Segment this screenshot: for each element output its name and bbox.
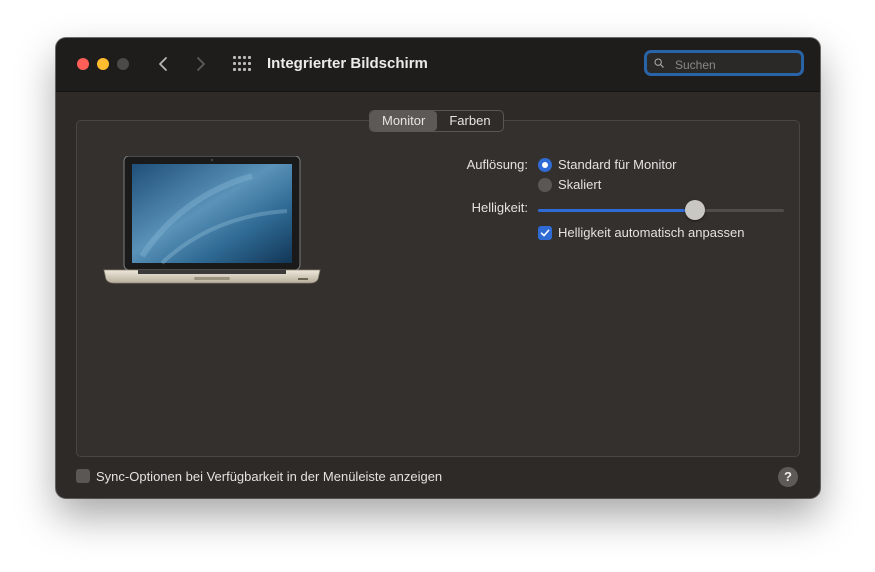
minimize-button[interactable] <box>97 58 109 70</box>
auto-brightness-checkbox[interactable] <box>538 226 552 240</box>
tab-farben[interactable]: Farben <box>437 111 502 131</box>
brightness-label: Helligkeit: <box>471 200 528 215</box>
titlebar: Integrierter Bildschirm <box>56 38 820 92</box>
chevron-left-icon <box>159 57 167 71</box>
search-icon <box>654 58 664 68</box>
search-field[interactable] <box>644 50 804 76</box>
search-input[interactable] <box>673 55 802 75</box>
question-icon: ? <box>784 469 792 484</box>
radio-scaled[interactable] <box>538 178 552 192</box>
sync-options-checkbox[interactable] <box>76 469 90 483</box>
tab-control: Monitor Farben <box>369 110 504 132</box>
checkmark-icon <box>540 229 550 237</box>
grid-icon[interactable] <box>233 56 251 71</box>
auto-brightness-label[interactable]: Helligkeit automatisch anpassen <box>558 225 744 240</box>
help-button[interactable]: ? <box>778 467 798 487</box>
system-preferences-window: Integrierter Bildschirm Monitor Farben <box>56 38 820 498</box>
chevron-right-icon <box>197 57 205 71</box>
window-title: Integrierter Bildschirm <box>267 55 428 72</box>
forward-button[interactable] <box>189 53 211 75</box>
brightness-slider[interactable] <box>538 200 784 220</box>
option-scaled-label[interactable]: Skaliert <box>558 177 601 192</box>
resolution-label: Auflösung: <box>466 157 528 172</box>
brightness-slider-fill <box>538 209 696 212</box>
tab-monitor[interactable]: Monitor <box>370 111 438 131</box>
option-standard-label[interactable]: Standard für Monitor <box>558 157 677 172</box>
sync-options-label[interactable]: Sync-Optionen bei Verfügbarkeit in der M… <box>96 469 442 484</box>
radio-standard[interactable] <box>538 158 552 172</box>
laptop-icon <box>103 156 321 284</box>
back-button[interactable] <box>153 53 175 75</box>
zoom-button[interactable] <box>117 58 129 70</box>
close-button[interactable] <box>77 58 89 70</box>
